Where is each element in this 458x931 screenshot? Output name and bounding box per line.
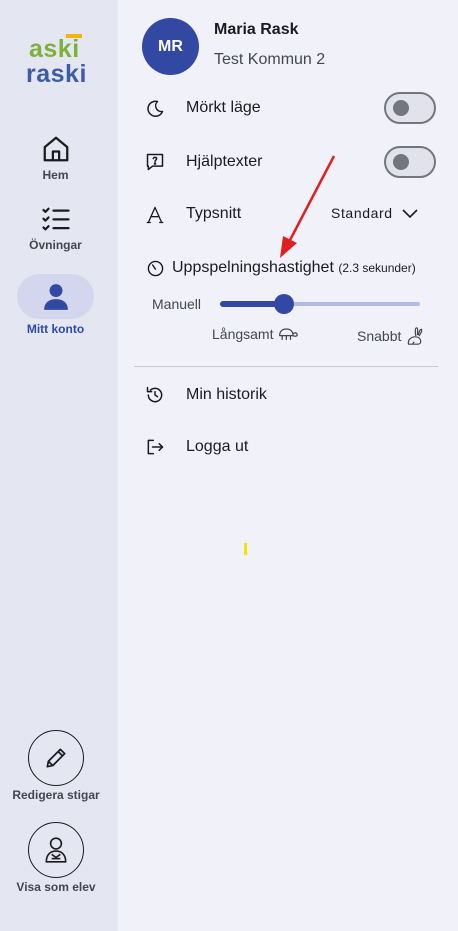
nav-ovningar[interactable]: Övningar — [17, 206, 94, 252]
user-organization: Test Kommun 2 — [214, 51, 326, 68]
text-cursor — [244, 543, 247, 555]
font-label: Typsnitt — [186, 205, 242, 222]
nav-active-indicator — [17, 274, 94, 319]
help-icon — [146, 153, 164, 171]
nav-home-label: Hem — [42, 168, 69, 182]
nav-ovningar-label: Övningar — [29, 238, 82, 252]
logout-link[interactable]: Logga ut — [186, 438, 248, 456]
dark-mode-label: Mörkt läge — [186, 99, 261, 116]
checklist-icon — [41, 207, 70, 231]
home-icon — [43, 136, 68, 162]
slow-label: Långsamt — [212, 326, 274, 342]
divider — [134, 366, 438, 367]
speed-detail: (2.3 sekunder) — [338, 261, 416, 275]
app-logo[interactable]: aski raski — [26, 32, 86, 90]
nav-mitt-konto[interactable]: Mitt konto — [17, 274, 94, 336]
speed-icon — [147, 260, 164, 277]
moon-icon — [147, 100, 164, 117]
dark-mode-toggle[interactable] — [384, 92, 436, 124]
student-icon — [45, 837, 67, 863]
logo-line1: aski — [29, 35, 80, 63]
speed-slider[interactable] — [220, 294, 420, 314]
user-name: Maria Rask — [214, 21, 299, 38]
person-icon — [43, 283, 68, 310]
history-icon — [146, 386, 163, 403]
rabbit-icon — [408, 327, 423, 345]
avatar: MR — [142, 18, 199, 75]
fast-label: Snabbt — [357, 328, 402, 344]
speed-label: Uppspelningshastighet — [172, 259, 334, 276]
font-icon — [146, 206, 164, 224]
history-link[interactable]: Min historik — [186, 386, 267, 404]
pencil-icon — [46, 748, 66, 768]
slow-label-group: Långsamt — [212, 326, 299, 342]
sidebar: aski raski Hem Övningar Mitt konto Redig… — [0, 0, 118, 931]
font-select[interactable]: Standard — [331, 205, 419, 221]
help-texts-label: Hjälptexter — [186, 153, 263, 170]
toggle-knob — [393, 100, 409, 116]
toggle-knob — [393, 154, 409, 170]
nav-mitt-konto-label: Mitt konto — [26, 322, 85, 336]
manual-label: Manuell — [152, 296, 202, 312]
view-as-student-label: Visa som elev — [16, 880, 96, 894]
chevron-down-icon — [402, 209, 418, 219]
nav-home[interactable]: Hem — [17, 134, 94, 182]
logout-icon — [147, 439, 164, 455]
edit-paths-button[interactable] — [28, 730, 84, 786]
help-texts-toggle[interactable] — [384, 146, 436, 178]
view-as-student-button[interactable] — [28, 822, 84, 878]
avatar-initials: MR — [158, 37, 183, 55]
turtle-icon — [279, 328, 299, 340]
logo-line2: raski — [26, 60, 87, 88]
font-select-value: Standard — [331, 205, 393, 221]
fast-label-group: Snabbt — [357, 326, 424, 346]
speed-title: Uppspelningshastighet (2.3 sekunder) — [172, 259, 416, 277]
slider-thumb[interactable] — [274, 294, 294, 314]
edit-paths-label: Redigera stigar — [12, 788, 100, 802]
